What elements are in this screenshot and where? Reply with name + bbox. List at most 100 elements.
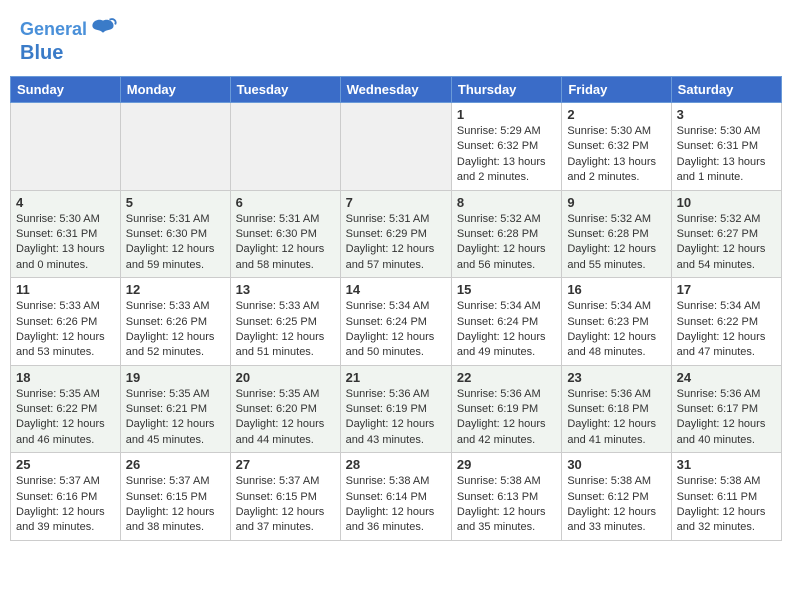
calendar-cell: 12Sunrise: 5:33 AM Sunset: 6:26 PM Dayli… [120,278,230,366]
day-number: 9 [567,195,665,210]
day-info: Sunrise: 5:32 AM Sunset: 6:28 PM Dayligh… [457,212,556,274]
day-info: Sunrise: 5:32 AM Sunset: 6:27 PM Dayligh… [677,212,776,274]
calendar-cell: 13 Sunrise: 5:33 AM Sunset: 6:25 PM Dayli… [230,278,340,366]
calendar-table: SundayMondayTuesdayWednesdayThursdayFrid… [10,76,782,541]
day-info: Sunrise: 5:34 AM Sunset: 6:24 PM Dayligh… [457,299,556,361]
day-number: 18 [16,370,115,385]
day-number: 20 [236,370,335,385]
calendar-week-1: 1 Sunrise: 5:29 AM Sunset: 6:32 PM Daylig… [11,103,782,191]
calendar-cell: 7 Sunrise: 5:31 AM Sunset: 6:29 PM Daylig… [340,190,451,278]
calendar-cell: 22 Sunrise: 5:36 AM Sunset: 6:19 PM Dayli… [451,365,561,453]
day-info: Sunrise: 5:30 AM Sunset: 6:31 PM Dayligh… [677,124,776,186]
day-number: 21 [346,370,446,385]
day-info: Sunrise: 5:31 AM Sunset: 6:29 PM Dayligh… [346,212,446,274]
day-info: Sunrise: 5:33 AM Sunset: 6:25 PM Dayligh… [236,299,335,361]
calendar-cell [120,103,230,191]
calendar-cell: 6Sunrise: 5:31 AM Sunset: 6:30 PM Daylig… [230,190,340,278]
calendar-cell: 4 Sunrise: 5:30 AM Sunset: 6:31 PM Daylig… [11,190,121,278]
day-number: 13 [236,282,335,297]
day-info: Sunrise: 5:36 AM Sunset: 6:17 PM Dayligh… [677,387,776,449]
day-number: 28 [346,457,446,472]
calendar-cell: 18 Sunrise: 5:35 AM Sunset: 6:22 PM Dayli… [11,365,121,453]
day-info: Sunrise: 5:36 AM Sunset: 6:19 PM Dayligh… [346,387,446,449]
calendar-cell [11,103,121,191]
calendar-week-5: 25 Sunrise: 5:37 AM Sunset: 6:16 PM Dayli… [11,453,782,541]
day-info: Sunrise: 5:34 AM Sunset: 6:23 PM Dayligh… [567,299,665,361]
calendar-header-wednesday: Wednesday [340,77,451,103]
day-number: 2 [567,107,665,122]
calendar-cell: 23 Sunrise: 5:36 AM Sunset: 6:18 PM Dayli… [562,365,671,453]
day-number: 15 [457,282,556,297]
day-info: Sunrise: 5:38 AM Sunset: 6:13 PM Dayligh… [457,474,556,536]
day-info: Sunrise: 5:37 AM Sunset: 6:16 PM Dayligh… [16,474,115,536]
calendar-cell: 26 Sunrise: 5:37 AM Sunset: 6:15 PM Dayli… [120,453,230,541]
logo-bird-icon [89,16,117,44]
day-info: Sunrise: 5:29 AM Sunset: 6:32 PM Dayligh… [457,124,556,186]
logo-blue-text: Blue [20,42,63,64]
calendar-cell: 8 Sunrise: 5:32 AM Sunset: 6:28 PM Daylig… [451,190,561,278]
logo-text: General [20,20,87,40]
day-info: Sunrise: 5:33 AM Sunset: 6:26 PM Dayligh… [16,299,115,361]
calendar-cell: 1 Sunrise: 5:29 AM Sunset: 6:32 PM Daylig… [451,103,561,191]
day-number: 6 [236,195,335,210]
day-info: Sunrise: 5:35 AM Sunset: 6:21 PM Dayligh… [126,387,225,449]
day-number: 23 [567,370,665,385]
calendar-header-saturday: Saturday [671,77,781,103]
day-info: Sunrise: 5:38 AM Sunset: 6:14 PM Dayligh… [346,474,446,536]
calendar-cell: 9 Sunrise: 5:32 AM Sunset: 6:28 PM Daylig… [562,190,671,278]
calendar-cell: 30Sunrise: 5:38 AM Sunset: 6:12 PM Dayli… [562,453,671,541]
day-info: Sunrise: 5:36 AM Sunset: 6:18 PM Dayligh… [567,387,665,449]
day-info: Sunrise: 5:37 AM Sunset: 6:15 PM Dayligh… [236,474,335,536]
day-info: Sunrise: 5:38 AM Sunset: 6:11 PM Dayligh… [677,474,776,536]
day-info: Sunrise: 5:35 AM Sunset: 6:20 PM Dayligh… [236,387,335,449]
day-info: Sunrise: 5:30 AM Sunset: 6:31 PM Dayligh… [16,212,115,274]
day-info: Sunrise: 5:35 AM Sunset: 6:22 PM Dayligh… [16,387,115,449]
day-number: 3 [677,107,776,122]
day-number: 11 [16,282,115,297]
day-info: Sunrise: 5:36 AM Sunset: 6:19 PM Dayligh… [457,387,556,449]
calendar-cell: 17Sunrise: 5:34 AM Sunset: 6:22 PM Dayli… [671,278,781,366]
day-info: Sunrise: 5:31 AM Sunset: 6:30 PM Dayligh… [126,212,225,274]
calendar-cell: 19Sunrise: 5:35 AM Sunset: 6:21 PM Dayli… [120,365,230,453]
day-number: 7 [346,195,446,210]
day-info: Sunrise: 5:33 AM Sunset: 6:26 PM Dayligh… [126,299,225,361]
day-number: 1 [457,107,556,122]
calendar-cell: 24 Sunrise: 5:36 AM Sunset: 6:17 PM Dayli… [671,365,781,453]
calendar-cell: 11 Sunrise: 5:33 AM Sunset: 6:26 PM Dayli… [11,278,121,366]
day-number: 14 [346,282,446,297]
calendar-cell: 2 Sunrise: 5:30 AM Sunset: 6:32 PM Daylig… [562,103,671,191]
day-number: 27 [236,457,335,472]
logo: General Blue [20,16,117,64]
calendar-header-thursday: Thursday [451,77,561,103]
day-number: 22 [457,370,556,385]
calendar-cell: 21 Sunrise: 5:36 AM Sunset: 6:19 PM Dayli… [340,365,451,453]
day-info: Sunrise: 5:34 AM Sunset: 6:22 PM Dayligh… [677,299,776,361]
day-number: 25 [16,457,115,472]
day-info: Sunrise: 5:38 AM Sunset: 6:12 PM Dayligh… [567,474,665,536]
calendar-week-4: 18 Sunrise: 5:35 AM Sunset: 6:22 PM Dayli… [11,365,782,453]
calendar-header-friday: Friday [562,77,671,103]
calendar-week-2: 4 Sunrise: 5:30 AM Sunset: 6:31 PM Daylig… [11,190,782,278]
day-info: Sunrise: 5:32 AM Sunset: 6:28 PM Dayligh… [567,212,665,274]
day-number: 8 [457,195,556,210]
calendar-cell: 28 Sunrise: 5:38 AM Sunset: 6:14 PM Dayli… [340,453,451,541]
calendar-week-3: 11 Sunrise: 5:33 AM Sunset: 6:26 PM Dayli… [11,278,782,366]
day-number: 16 [567,282,665,297]
day-number: 31 [677,457,776,472]
day-info: Sunrise: 5:30 AM Sunset: 6:32 PM Dayligh… [567,124,665,186]
day-number: 24 [677,370,776,385]
calendar-cell: 3 Sunrise: 5:30 AM Sunset: 6:31 PM Daylig… [671,103,781,191]
calendar-cell: 16 Sunrise: 5:34 AM Sunset: 6:23 PM Dayli… [562,278,671,366]
day-number: 4 [16,195,115,210]
page-header: General Blue [0,0,792,68]
day-number: 26 [126,457,225,472]
day-info: Sunrise: 5:34 AM Sunset: 6:24 PM Dayligh… [346,299,446,361]
calendar-cell: 25 Sunrise: 5:37 AM Sunset: 6:16 PM Dayli… [11,453,121,541]
calendar-header-tuesday: Tuesday [230,77,340,103]
day-info: Sunrise: 5:37 AM Sunset: 6:15 PM Dayligh… [126,474,225,536]
calendar-header-row: SundayMondayTuesdayWednesdayThursdayFrid… [11,77,782,103]
day-number: 29 [457,457,556,472]
day-number: 10 [677,195,776,210]
day-number: 5 [126,195,225,210]
calendar-cell: 15 Sunrise: 5:34 AM Sunset: 6:24 PM Dayli… [451,278,561,366]
